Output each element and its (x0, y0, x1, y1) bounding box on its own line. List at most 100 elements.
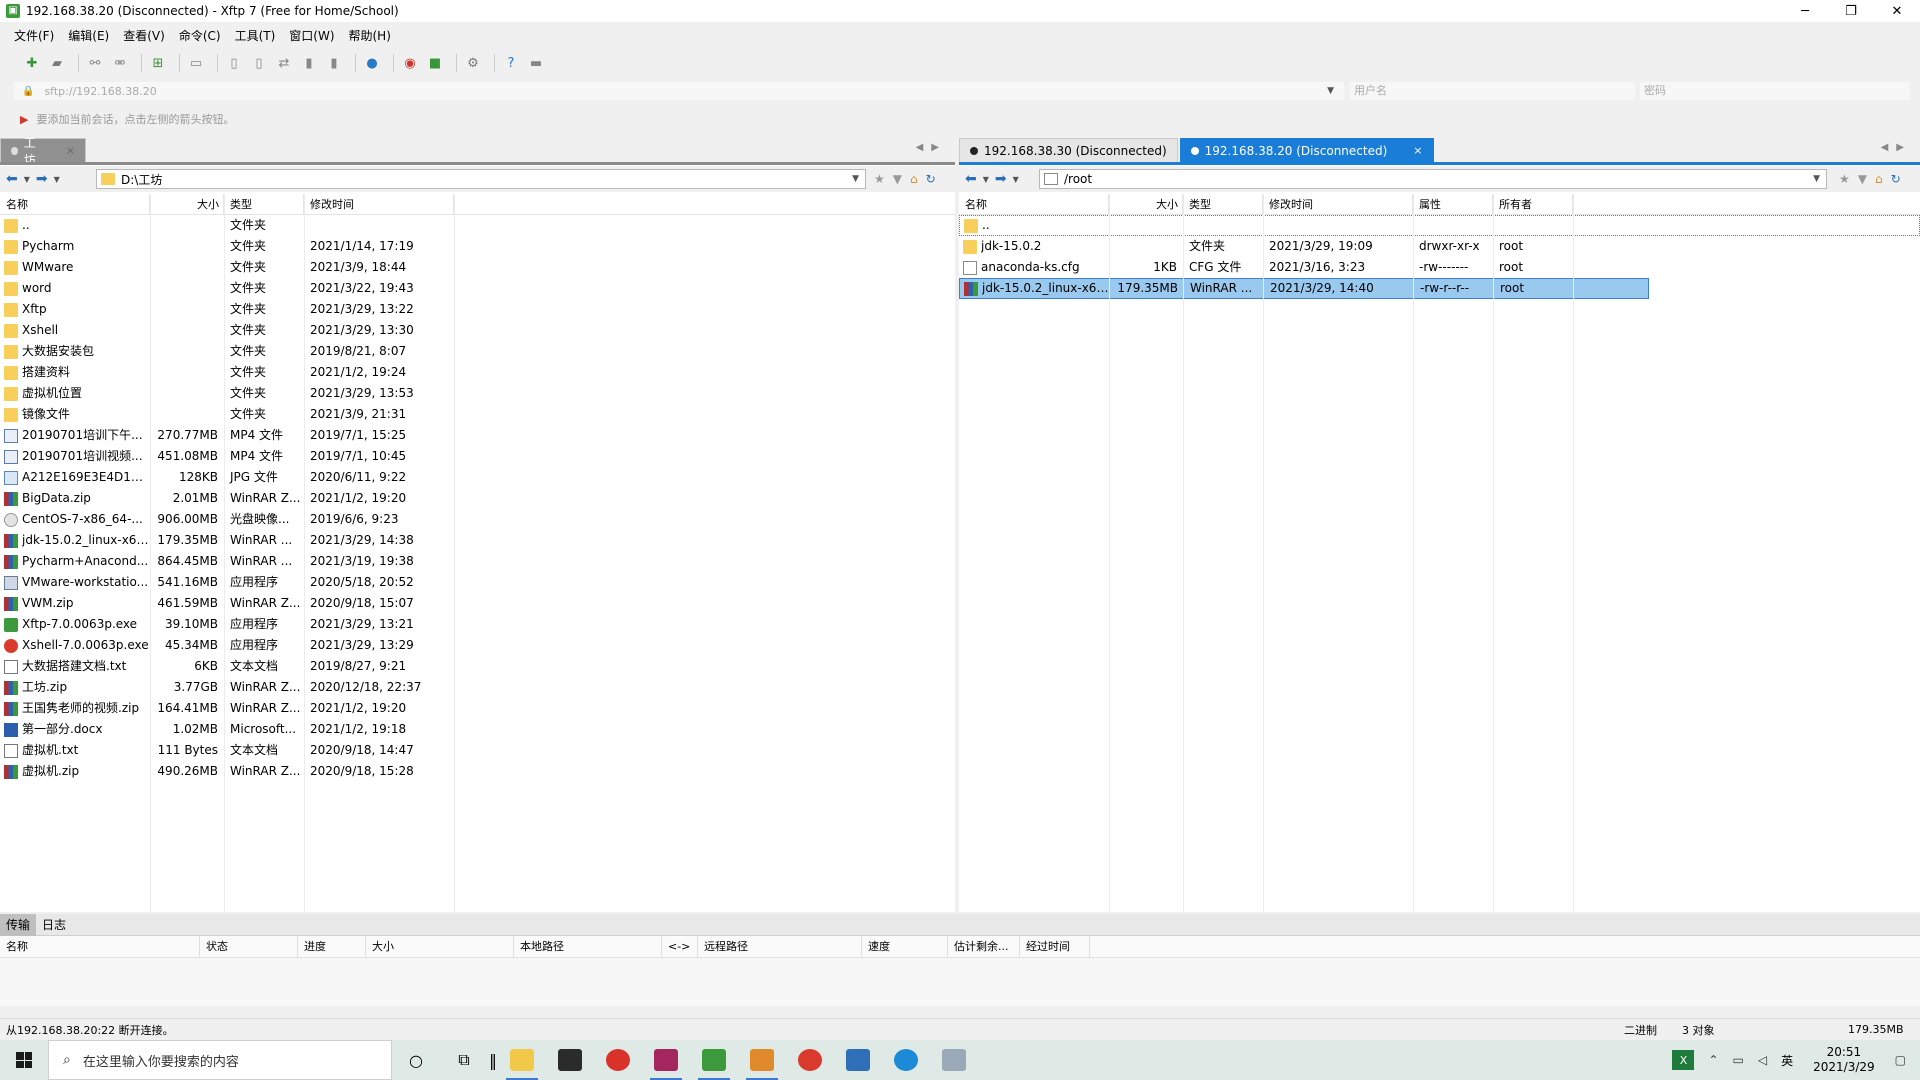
excel-tray-icon[interactable]: X (1672, 1050, 1695, 1070)
folder-row[interactable]: 虚拟机位置 文件夹 2021/3/29, 13:53 (0, 383, 955, 404)
xftp-taskbar-icon[interactable] (690, 1040, 738, 1080)
file-row[interactable]: A212E169E3E4D154... 128KB JPG 文件 2020/6/11,… (0, 467, 955, 488)
folder-row[interactable]: .. (959, 215, 1920, 236)
file-row[interactable]: jdk-15.0.2_linux-x64... 179.35MB WinRAR ..… (0, 530, 955, 551)
tab-log[interactable]: 日志 (36, 914, 72, 936)
transfer-col-speed[interactable]: 速度 (862, 935, 948, 958)
input-method-indicator[interactable]: 英 (1781, 1052, 1793, 1069)
remote-path-input[interactable]: /root ▼ (1039, 169, 1827, 189)
new-session-icon[interactable]: ✚ (22, 53, 42, 73)
transfer-col-eta[interactable]: 估计剩余... (948, 935, 1020, 958)
taskbar-search[interactable]: ⌕ 在这里输入你要搜索的内容 (48, 1040, 392, 1080)
properties-icon[interactable]: ▮ (324, 53, 344, 73)
file-row[interactable]: BigData.zip 2.01MB WinRAR Z... 2021/1/2, 19… (0, 488, 955, 509)
password-input[interactable]: 密码 (1640, 82, 1910, 100)
home-folder-icon[interactable]: ⌂ (910, 172, 918, 186)
new-tab-icon[interactable]: ⊞ (148, 53, 168, 73)
netease-music-icon[interactable] (594, 1040, 642, 1080)
bookmark-flag-icon[interactable]: ▶ (20, 113, 28, 126)
refresh-icon[interactable]: ↻ (926, 172, 936, 186)
file-row[interactable]: Pycharm+Anacond... 864.45MB WinRAR ... 2021… (0, 551, 955, 572)
help-icon[interactable]: ? (501, 53, 521, 73)
file-row[interactable]: jdk-15.0.2_linux-x64... 179.35MB WinRAR ..… (959, 278, 1649, 299)
column-name[interactable]: 名称 (959, 193, 1109, 215)
chevron-down-icon[interactable]: ▼ (1813, 174, 1820, 184)
connect-icon[interactable]: ⚯ (85, 53, 105, 73)
back-icon[interactable]: ⬅ (965, 171, 977, 187)
forward-icon[interactable]: ➡ (995, 171, 1007, 187)
close-window-button[interactable]: ✕ (1874, 0, 1920, 22)
menu-file[interactable]: 文件(F) (14, 27, 54, 44)
folder-row[interactable]: jdk-15.0.2 文件夹 2021/3/29, 19:09 drwxr-xr-x r… (959, 236, 1920, 257)
file-row[interactable]: 工坊.zip 3.77GB WinRAR Z... 2020/12/18, 22:37 (0, 677, 955, 698)
username-input[interactable]: 用户名 (1350, 82, 1635, 100)
file-row[interactable]: 虚拟机.zip 490.26MB WinRAR Z... 2020/9/18, 15:… (0, 761, 955, 782)
paste-icon[interactable]: ▯ (249, 53, 269, 73)
back-dropdown-icon[interactable]: ▼ (983, 175, 989, 184)
delete-icon[interactable]: ▮ (299, 53, 319, 73)
close-tab-icon[interactable]: × (66, 144, 75, 157)
menu-view[interactable]: 查看(V) (123, 27, 165, 44)
xftp-icon[interactable]: ■ (425, 53, 445, 73)
column-name[interactable]: 名称 (0, 193, 150, 215)
open-session-icon[interactable]: ▰ (47, 53, 67, 73)
folder-row[interactable]: .. 文件夹 (0, 215, 955, 236)
menu-tools[interactable]: 工具(T) (235, 27, 276, 44)
tab-session-38-30[interactable]: 192.168.38.30 (Disconnected) (959, 138, 1178, 162)
notification-icon[interactable]: ▢ (1895, 1053, 1906, 1067)
file-row[interactable]: CentOS-7-x86_64-... 906.00MB 光盘映像... 2019/6… (0, 509, 955, 530)
transfer-icon[interactable]: ⇄ (274, 53, 294, 73)
file-row[interactable]: 王国隽老师的视频.zip 164.41MB WinRAR Z... 2021/1/2,… (0, 698, 955, 719)
file-explorer-icon[interactable] (498, 1040, 546, 1080)
chevron-up-icon[interactable]: ⌃ (1708, 1053, 1718, 1067)
column-size[interactable]: 大小 (1109, 193, 1183, 215)
column-type[interactable]: 类型 (224, 193, 304, 215)
intellij-icon[interactable] (642, 1040, 690, 1080)
host-address-input[interactable]: 🔒 sftp://192.168.38.20 ▼ (14, 82, 1344, 100)
favorite-star-icon[interactable]: ★ (1839, 172, 1850, 186)
column-size[interactable]: 大小 (150, 193, 224, 215)
file-row[interactable]: 20190701培训视频... 451.08MB MP4 文件 2019/7/1, 1… (0, 446, 955, 467)
file-row[interactable]: VWM.zip 461.59MB WinRAR Z... 2020/9/18, 15:… (0, 593, 955, 614)
folder-row[interactable]: 镜像文件 文件夹 2021/3/9, 21:31 (0, 404, 955, 425)
column-attributes[interactable]: 属性 (1413, 193, 1493, 215)
chevron-down-icon[interactable]: ▼ (1327, 86, 1334, 96)
folder-row[interactable]: Pycharm 文件夹 2021/1/14, 17:19 (0, 236, 955, 257)
transfer-col-status[interactable]: 状态 (200, 935, 298, 958)
menu-command[interactable]: 命令(C) (179, 27, 221, 44)
disconnect-icon[interactable]: ⚮ (110, 53, 130, 73)
back-icon[interactable]: ⬅ (6, 171, 18, 187)
file-row[interactable]: 大数据搭建文档.txt 6KB 文本文档 2019/8/27, 9:21 (0, 656, 955, 677)
maximize-button[interactable]: ❐ (1828, 0, 1874, 22)
forward-icon[interactable]: ➡ (36, 171, 48, 187)
tab-local[interactable]: 工坊 × (0, 136, 86, 167)
folder-row[interactable]: WMware 文件夹 2021/3/9, 18:44 (0, 257, 955, 278)
edge-icon[interactable] (882, 1040, 930, 1080)
forward-dropdown-icon[interactable]: ▼ (54, 175, 60, 184)
start-button[interactable] (0, 1040, 48, 1080)
transfer-col-local-path[interactable]: 本地路径 (514, 935, 662, 958)
xshell-taskbar-icon[interactable] (786, 1040, 834, 1080)
screenshot-tool-icon[interactable] (930, 1040, 978, 1080)
volume-icon[interactable]: ◁ (1758, 1053, 1767, 1067)
layout-icon[interactable]: ▭ (186, 53, 206, 73)
transfer-mode[interactable]: 二进制 (1624, 1022, 1657, 1038)
store-icon[interactable] (546, 1040, 594, 1080)
file-row[interactable]: Xftp-7.0.0063p.exe 39.10MB 应用程序 2021/3/29, … (0, 614, 955, 635)
vmware-icon[interactable] (738, 1040, 786, 1080)
menu-help[interactable]: 帮助(H) (349, 27, 391, 44)
globe-icon[interactable]: ● (362, 53, 382, 73)
tab-transfers[interactable]: 传输 (0, 913, 37, 936)
chevron-down-icon[interactable]: ▼ (852, 174, 859, 184)
folder-row[interactable]: Xftp 文件夹 2021/3/29, 13:22 (0, 299, 955, 320)
file-row[interactable]: anaconda-ks.cfg 1KB CFG 文件 2021/3/16, 3:23 -… (959, 257, 1920, 278)
home-folder-icon[interactable]: ⌂ (1875, 172, 1883, 186)
task-view-icon[interactable]: ⧉ (440, 1040, 488, 1080)
file-row[interactable]: 第一部分.docx 1.02MB Microsoft... 2021/1/2, 19:… (0, 719, 955, 740)
folder-row[interactable]: 大数据安装包 文件夹 2019/8/21, 8:07 (0, 341, 955, 362)
minimize-button[interactable]: ─ (1782, 0, 1828, 22)
refresh-icon[interactable]: ↻ (1891, 172, 1901, 186)
local-path-input[interactable]: D:\工坊 ▼ (96, 169, 866, 189)
tab-scroll-arrows[interactable]: ◀▶ (1881, 142, 1912, 153)
tab-session-38-20[interactable]: 192.168.38.20 (Disconnected) × (1179, 138, 1434, 162)
